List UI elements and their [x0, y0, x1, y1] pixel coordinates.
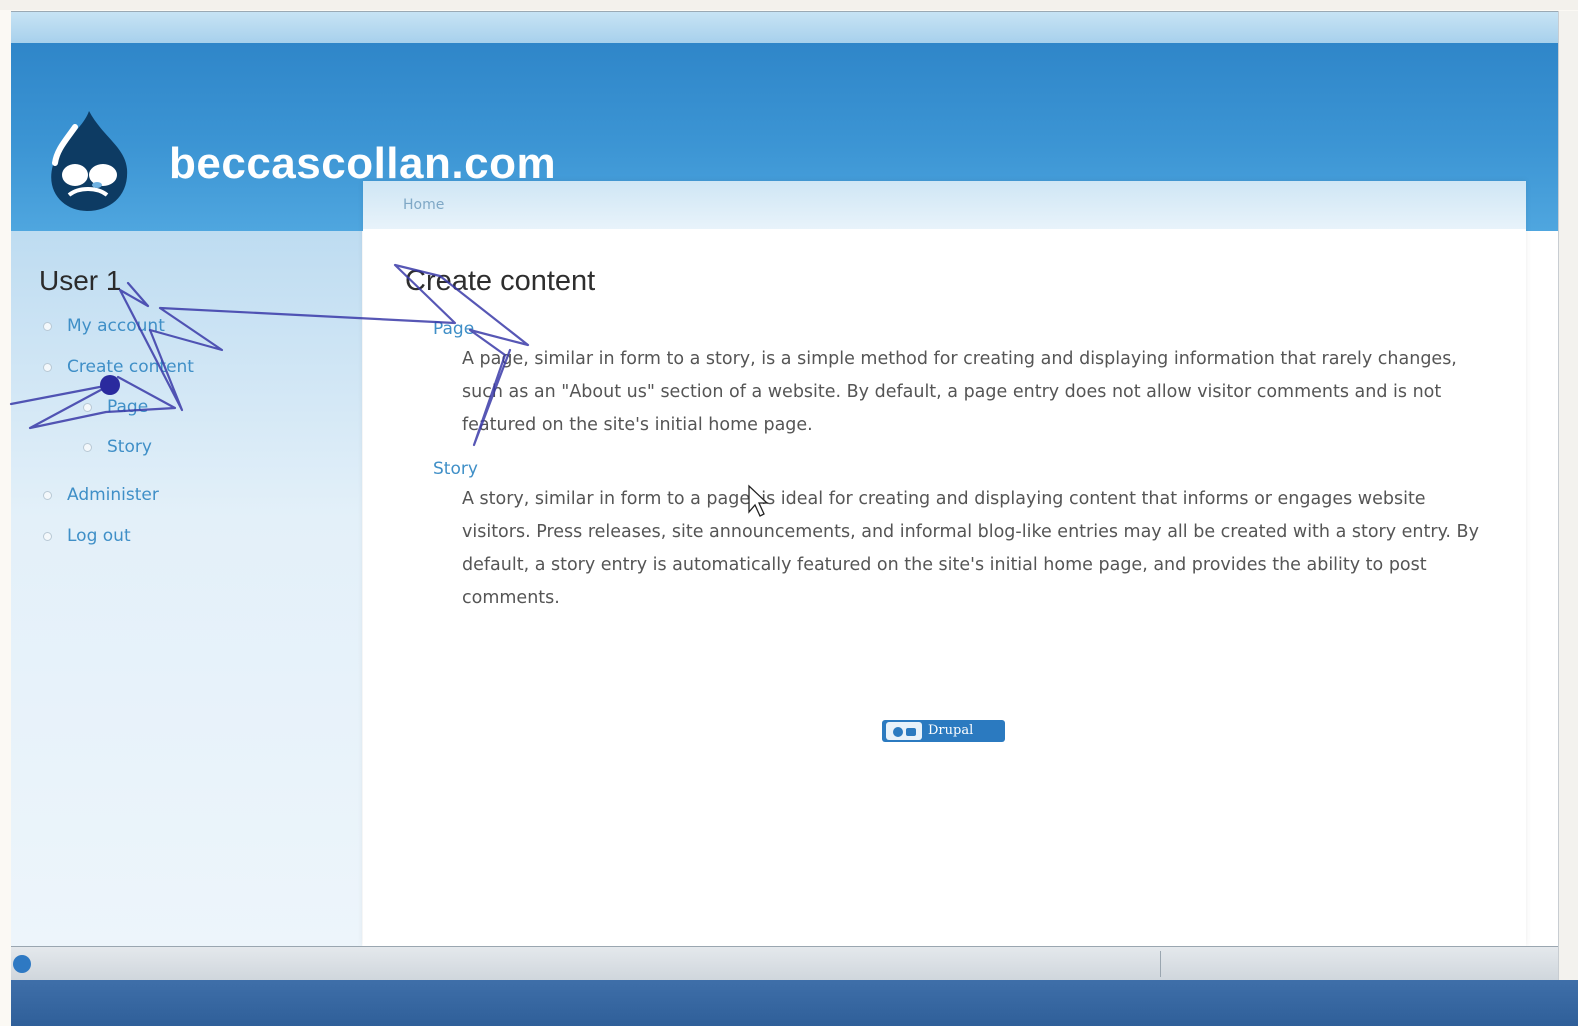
- sidebar-item-story[interactable]: Story: [83, 437, 152, 457]
- sidebar-item-log-out[interactable]: Log out: [43, 526, 131, 546]
- sidebar-item-label: Administer: [67, 485, 159, 505]
- taskbar: [11, 980, 1578, 1026]
- drupal-drop-icon[interactable]: [39, 109, 135, 213]
- sidebar-item-label: My account: [67, 316, 165, 336]
- sidebar-item-my-account[interactable]: My account: [43, 316, 165, 336]
- bullet-icon: [43, 363, 52, 372]
- badge-label: Drupal: [928, 723, 974, 738]
- vertical-scrollbar[interactable]: [1558, 11, 1578, 980]
- sidebar: User 1 My account Create content Page St…: [11, 231, 362, 946]
- browser-top-strip: [11, 11, 1558, 44]
- bullet-icon: [43, 491, 52, 500]
- main-content: Home Create content Page A page, similar…: [363, 181, 1526, 946]
- window-frame-top: [0, 0, 1578, 10]
- sidebar-title: User 1: [39, 265, 122, 296]
- powered-by-drupal-badge[interactable]: Drupal: [882, 720, 1005, 742]
- content-header: Home: [363, 181, 1526, 229]
- content-type-page-link[interactable]: Page: [433, 319, 474, 339]
- bullet-icon: [43, 532, 52, 541]
- content-type-page-description: A page, similar in form to a story, is a…: [462, 349, 1457, 435]
- bullet-icon: [83, 403, 92, 412]
- browser-status-bar: [11, 946, 1558, 981]
- page-title: Create content: [405, 265, 596, 297]
- bullet-icon: [83, 443, 92, 452]
- status-divider: [1160, 951, 1161, 977]
- site-page: beccascollan.com User 1 My account Creat…: [11, 11, 1558, 946]
- sidebar-item-label: Create content: [67, 357, 194, 377]
- sidebar-item-page[interactable]: Page: [83, 397, 149, 417]
- content-type-story-link[interactable]: Story: [433, 459, 478, 479]
- breadcrumb-home[interactable]: Home: [403, 197, 444, 213]
- ie-status-icon: [13, 955, 31, 973]
- bullet-icon: [43, 322, 52, 331]
- drupal-badge-icon: [886, 722, 922, 740]
- sidebar-item-administer[interactable]: Administer: [43, 485, 159, 505]
- sidebar-item-label: Story: [107, 437, 152, 457]
- sidebar-item-label: Page: [107, 397, 149, 417]
- sidebar-item-label: Log out: [67, 526, 131, 546]
- sidebar-item-create-content[interactable]: Create content: [43, 357, 194, 377]
- content-type-story-description: A story, similar in form to a page, is i…: [462, 489, 1479, 608]
